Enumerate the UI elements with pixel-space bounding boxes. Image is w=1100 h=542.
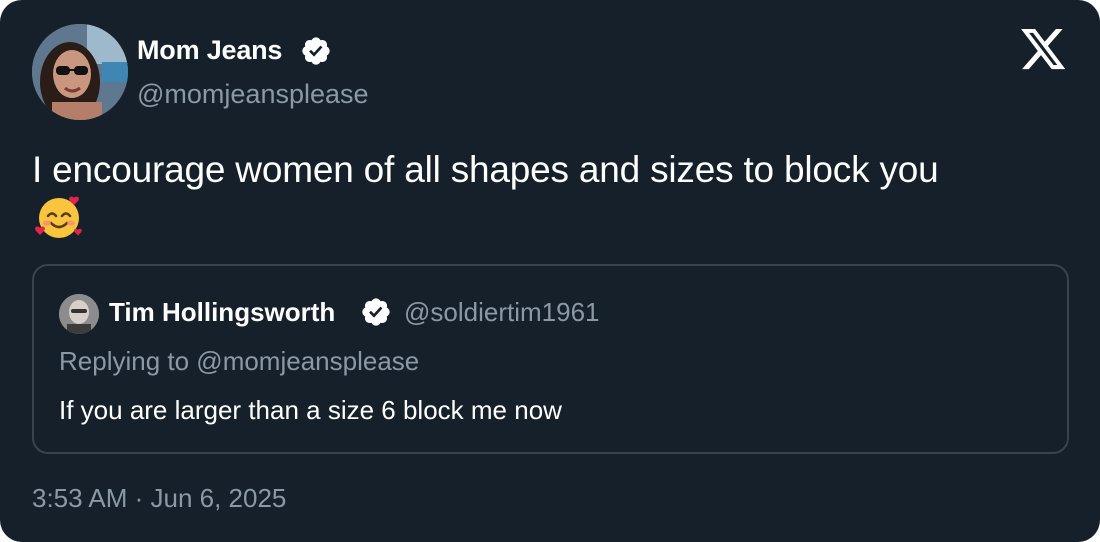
author-handle[interactable]: @momjeansplease: [137, 77, 369, 111]
smiling-face-with-hearts-icon: [35, 196, 82, 238]
quoted-author-avatar[interactable]: [59, 294, 99, 334]
quoted-avatar-photo: [59, 294, 99, 334]
x-logo-icon[interactable]: [1021, 29, 1067, 71]
quoted-tweet[interactable]: Tim Hollingsworth @soldiertim1961 Replyi…: [32, 264, 1069, 454]
author-name[interactable]: Mom Jeans: [137, 33, 282, 67]
quoted-tweet-text: If you are larger than a size 6 block me…: [59, 395, 562, 425]
avatar-photo: [32, 24, 128, 120]
quoted-author-handle[interactable]: @soldiertim1961: [404, 296, 599, 328]
tweet-card: Mom Jeans @momjeansplease I encourage wo…: [0, 0, 1100, 542]
verified-badge-icon: [302, 37, 330, 65]
quoted-author-name[interactable]: Tim Hollingsworth: [109, 296, 335, 328]
tweet-text: I encourage women of all shapes and size…: [32, 149, 939, 190]
author-avatar[interactable]: [32, 24, 128, 120]
quoted-verified-badge-icon: [362, 298, 390, 326]
tweet-timestamp[interactable]: 3:53 AM · Jun 6, 2025: [32, 482, 286, 514]
replying-to-label: Replying to @momjeansplease: [59, 346, 420, 376]
